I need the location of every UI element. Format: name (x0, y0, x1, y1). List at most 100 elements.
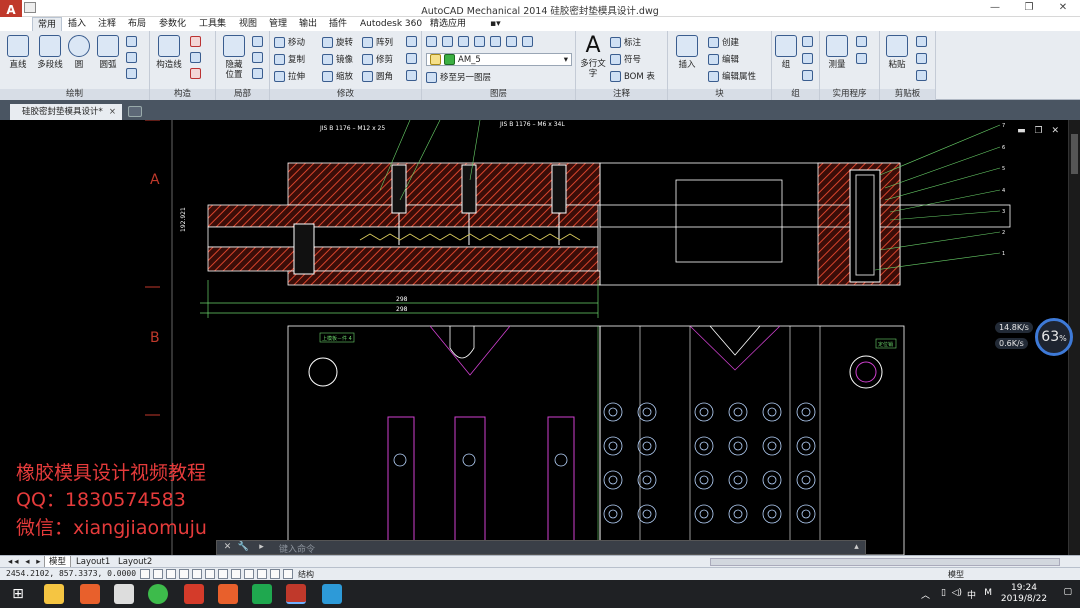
status-toggle-button[interactable] (153, 569, 163, 579)
tab-output[interactable]: 输出 (294, 17, 322, 31)
panel-block-label[interactable]: 块 (668, 89, 771, 100)
browser-green-icon[interactable] (148, 584, 168, 604)
layer-match-icon[interactable] (522, 36, 533, 47)
new-tab-icon[interactable] (128, 106, 142, 117)
circle-button[interactable]: 圆 (66, 35, 92, 70)
construct-line-button[interactable]: 构造线 (154, 35, 184, 70)
layer-properties-icon[interactable] (426, 36, 437, 47)
tab-home[interactable]: 常用 (32, 17, 63, 31)
close-icon[interactable]: ✕ (1046, 0, 1080, 17)
arc-button[interactable]: 圆弧 (94, 35, 122, 70)
memory-percent-circle[interactable]: 63% (1035, 318, 1073, 356)
status-toggle-button[interactable] (270, 569, 280, 579)
edit-attribute-button[interactable]: 编辑属性 (708, 70, 756, 82)
bom-button[interactable]: BOM 表 (610, 70, 655, 82)
autocad-taskbar-icon[interactable] (286, 584, 306, 604)
panel-detail-label[interactable]: 局部 (216, 89, 269, 100)
viewport-controls[interactable]: ▬ ❐ ✕ (1017, 126, 1062, 136)
fillet-button[interactable]: 圆角 (362, 70, 393, 82)
model-space-label[interactable]: 模型 (948, 569, 964, 580)
status-toggle-button[interactable] (283, 569, 293, 579)
tab-view[interactable]: 视图 (234, 17, 262, 31)
panel-clipboard-label[interactable]: 剪贴板 (880, 89, 935, 100)
tab-insert[interactable]: 插入 (63, 17, 91, 31)
layer-freeze-icon[interactable] (490, 36, 501, 47)
draw-extra-2[interactable] (126, 52, 137, 63)
restore-icon[interactable]: ❐ (1012, 0, 1046, 17)
status-toggle-button[interactable] (244, 569, 254, 579)
stretch-button[interactable]: 拉伸 (274, 70, 305, 82)
tab-layout[interactable]: 布局 (123, 17, 151, 31)
modify-extra-3[interactable] (406, 70, 417, 81)
dimension-button[interactable]: 标注 (610, 36, 641, 48)
panel-utilities-label[interactable]: 实用程序 (820, 89, 879, 100)
customize-icon[interactable]: 🔧 (237, 541, 250, 554)
utility-tool-1[interactable] (856, 36, 867, 47)
file-explorer-icon[interactable] (44, 584, 64, 604)
panel-group-label[interactable]: 组 (772, 89, 819, 100)
network-icon[interactable]: ▯ (941, 588, 946, 598)
command-history-icon[interactable]: ▴ (850, 541, 863, 554)
copy-button[interactable]: 复制 (274, 53, 305, 65)
paste-button[interactable]: 粘贴 (884, 35, 910, 70)
group-tool-1[interactable] (802, 36, 813, 47)
video-toggle-icon[interactable]: ▪▾ (485, 17, 506, 31)
copy-clip-button[interactable] (916, 53, 927, 64)
tray-arrow-icon[interactable]: ︿ (921, 588, 930, 601)
create-block-button[interactable]: 创建 (708, 36, 739, 48)
close-command-icon[interactable]: ✕ (221, 541, 234, 554)
measure-button[interactable]: 测量 (824, 35, 850, 70)
polyline-button[interactable]: 多段线 (34, 35, 66, 70)
command-prompt-icon[interactable]: ▸ (255, 541, 268, 554)
powerpoint-icon[interactable] (218, 584, 238, 604)
trim-button[interactable]: 修剪 (362, 53, 393, 65)
status-toggle-button[interactable] (192, 569, 202, 579)
symbol-button[interactable]: 符号 (610, 53, 641, 65)
app-red-box-icon[interactable] (184, 584, 204, 604)
hide-position-button[interactable]: 隐藏 位置 (220, 35, 248, 80)
group-tool-2[interactable] (802, 53, 813, 64)
scale-button[interactable]: 缩放 (322, 70, 353, 82)
layer-lock-icon[interactable] (506, 36, 517, 47)
group-button[interactable]: 组 (774, 35, 798, 70)
vertical-scroll-thumb[interactable] (1071, 134, 1078, 174)
panel-modify-label[interactable]: 修改 (270, 89, 421, 100)
tab-featured-apps[interactable]: 精选应用 (425, 17, 471, 31)
tab-manage[interactable]: 管理 (264, 17, 292, 31)
horizontal-scrollbar[interactable] (710, 558, 1060, 566)
panel-layers-label[interactable]: 图层 (422, 89, 575, 100)
tab-toolsets[interactable]: 工具集 (194, 17, 231, 31)
panel-construct-label[interactable]: 构造 (150, 89, 215, 100)
detail-tool-2[interactable] (252, 52, 263, 63)
structure-label[interactable]: 结构 (298, 569, 314, 580)
notification-icon[interactable]: ▢ (1063, 587, 1072, 597)
layer-iso-icon[interactable] (458, 36, 469, 47)
start-windows-icon[interactable]: ⊞ (8, 584, 28, 604)
minimize-icon[interactable]: — (978, 0, 1012, 17)
document-tab[interactable]: 硅胶密封垫模具设计* × (10, 104, 122, 120)
group-tool-3[interactable] (802, 70, 813, 81)
tab-plugins[interactable]: 插件 (324, 17, 352, 31)
close-tab-icon[interactable]: × (109, 104, 116, 120)
construct-tool-3[interactable] (190, 68, 201, 79)
status-toggle-button[interactable] (257, 569, 267, 579)
mail-icon[interactable] (114, 584, 134, 604)
tab-autodesk-360[interactable]: Autodesk 360 (355, 17, 427, 31)
status-toggle-button[interactable] (140, 569, 150, 579)
cut-button[interactable] (916, 36, 927, 47)
layer-state-icon[interactable] (442, 36, 453, 47)
construct-tool-1[interactable] (190, 36, 201, 47)
utility-tool-2[interactable] (856, 53, 867, 64)
command-input[interactable]: 键入命令 (279, 542, 315, 555)
layer-off-icon[interactable] (474, 36, 485, 47)
ime-mode[interactable]: M (984, 588, 992, 598)
status-toggle-button[interactable] (231, 569, 241, 579)
status-toggle-button[interactable] (205, 569, 215, 579)
iqiyi-icon[interactable] (252, 584, 272, 604)
insert-button[interactable]: 插入 (672, 35, 702, 70)
detail-tool-3[interactable] (252, 68, 263, 79)
tab-parametric[interactable]: 参数化 (154, 17, 191, 31)
volume-icon[interactable]: ◁) (952, 588, 962, 598)
panel-annotation-label[interactable]: 注释 (576, 89, 667, 100)
move-button[interactable]: 移动 (274, 36, 305, 48)
